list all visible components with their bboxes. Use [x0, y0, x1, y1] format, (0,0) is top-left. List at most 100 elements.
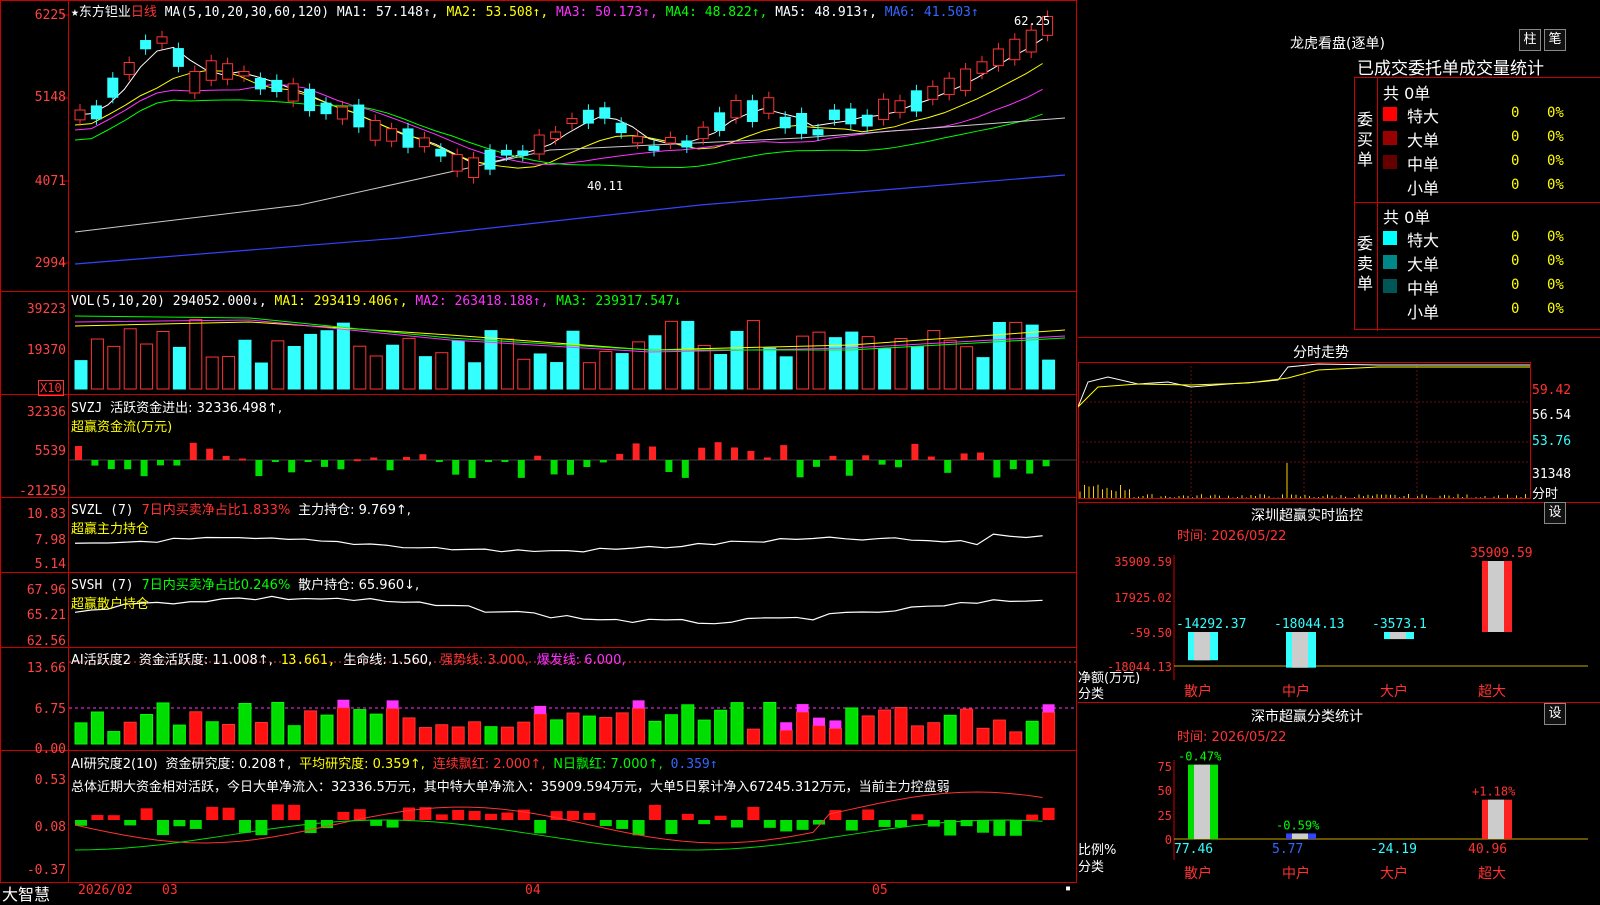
candle-body [222, 63, 234, 80]
flow-bar [140, 460, 148, 477]
activity-cap [534, 705, 547, 714]
candle-body [828, 109, 840, 121]
flow-bar [288, 460, 296, 473]
vol-unit: X10 [38, 380, 64, 396]
volume-bar [336, 322, 350, 390]
research-bar [681, 813, 694, 820]
flow-bar [599, 460, 607, 463]
order-table: 委买单 委卖单 共 0单 共 0单 特大 0 0% 大单 0 0% 中单 0 0% 小单 0 0% 特… [1354, 77, 1600, 331]
volume-bar [271, 340, 285, 390]
bar-view-button[interactable]: 柱 [1519, 29, 1541, 51]
volume-bar [533, 353, 547, 390]
sz-axis-tick: -59.50 [1129, 626, 1172, 640]
flow-bar [632, 443, 640, 460]
research-bar [403, 807, 415, 820]
candle-body [500, 149, 512, 156]
flow-bar [616, 453, 624, 460]
flow-bar [419, 454, 427, 460]
candle-body [336, 106, 348, 120]
volume-bar [664, 320, 678, 390]
activity-bar [943, 714, 957, 745]
activity-bar [845, 707, 859, 745]
svzl-value: 主力持仓: 9.769↑, [298, 503, 411, 518]
candle-body [878, 98, 890, 121]
candle-body [304, 88, 316, 112]
candle-body [746, 100, 758, 122]
order-size-swatch [1383, 107, 1397, 121]
ma2-line [74, 63, 1043, 169]
sz-axis-tick: 35909.59 [1114, 555, 1172, 569]
flow-bar [173, 460, 181, 466]
sz-value-label: -14292.37 [1176, 617, 1246, 632]
candle-body [960, 68, 972, 91]
activity-bar [746, 728, 760, 745]
volume-bar [353, 345, 367, 390]
candle-body [156, 36, 168, 44]
flow-bar [993, 460, 1001, 478]
flow-bar [845, 460, 853, 476]
sz-settings-button[interactable]: 设 [1544, 502, 1566, 524]
research-bar [911, 814, 924, 820]
activity-bar [1009, 731, 1023, 745]
flow-bar [813, 460, 820, 467]
buy-count: 共 0单 [1383, 84, 1431, 103]
vol-value: 294052.000↓, [172, 294, 267, 309]
activity-bar [451, 726, 465, 745]
candle-body [468, 157, 480, 179]
activity-bar [910, 725, 924, 745]
ai1-tick: 0.00 [34, 742, 66, 757]
research-bar [845, 820, 858, 831]
svsh-label: SVSH (7) [71, 578, 134, 593]
sz-bar-highlight [1292, 632, 1308, 668]
svzj-tick: 5539 [34, 444, 66, 459]
activity-bar [271, 701, 285, 745]
activity-bar [697, 719, 711, 745]
activity-bar [418, 727, 432, 745]
volume-bar [943, 339, 957, 390]
activity-bar [599, 717, 613, 745]
flow-bar [944, 460, 952, 473]
flow-bar [353, 459, 361, 462]
order-count: 0 [1511, 229, 1520, 245]
ai2-tick: 0.08 [34, 820, 66, 835]
main-chart-area[interactable] [0, 0, 1077, 882]
flow-bar [1009, 460, 1017, 470]
order-percent: 0% [1547, 301, 1564, 317]
sc-settings-button[interactable]: 设 [1544, 703, 1566, 725]
activity-cap [1042, 704, 1055, 713]
ai2-tick: -0.37 [26, 863, 66, 878]
period-label[interactable]: 日线 [131, 5, 157, 20]
flow-bar [780, 445, 788, 460]
ai2-avg: 平均研究度: 0.359↑, [299, 757, 425, 772]
sz-value-label: 35909.59 [1470, 546, 1533, 561]
candle-body [664, 137, 676, 144]
svsh-title: 超赢散户持仓 [71, 597, 150, 612]
activity-bar [894, 707, 908, 745]
ai1-life: 生命线: 1.560, [343, 653, 433, 668]
volume-bar [566, 330, 580, 390]
svzj-label: SVZJ [71, 401, 103, 416]
chart-svg[interactable] [0, 0, 1077, 882]
svzj-title: 超赢资金流(万元) [71, 420, 173, 435]
vol-ma1: MA1: 293419.406↑, [274, 294, 408, 309]
stock-name[interactable]: 东方钽业 [79, 5, 131, 20]
intraday-chart[interactable] [1078, 362, 1600, 502]
volume-bar [878, 348, 892, 390]
lock-icon[interactable]: ▪ [1065, 883, 1071, 894]
flow-bar [157, 460, 164, 466]
activity-bar [992, 719, 1006, 745]
flow-bar [255, 460, 263, 477]
svzl-header: SVZL (7) 7日内买卖净占比1.833% 主力持仓: 9.769↑, 超赢… [71, 499, 411, 537]
activity-bar [205, 721, 219, 745]
sc-category: 散户 [1184, 865, 1212, 882]
research-bar [485, 813, 497, 820]
candle-body [287, 83, 299, 102]
flow-bar [829, 455, 837, 460]
volume-bar [123, 328, 137, 390]
flow-bar [75, 446, 82, 460]
order-percent: 0% [1547, 253, 1564, 269]
research-bar [977, 820, 989, 833]
candle-body [582, 109, 594, 124]
candle-body [615, 122, 627, 134]
tick-view-button[interactable]: 笔 [1544, 29, 1566, 51]
